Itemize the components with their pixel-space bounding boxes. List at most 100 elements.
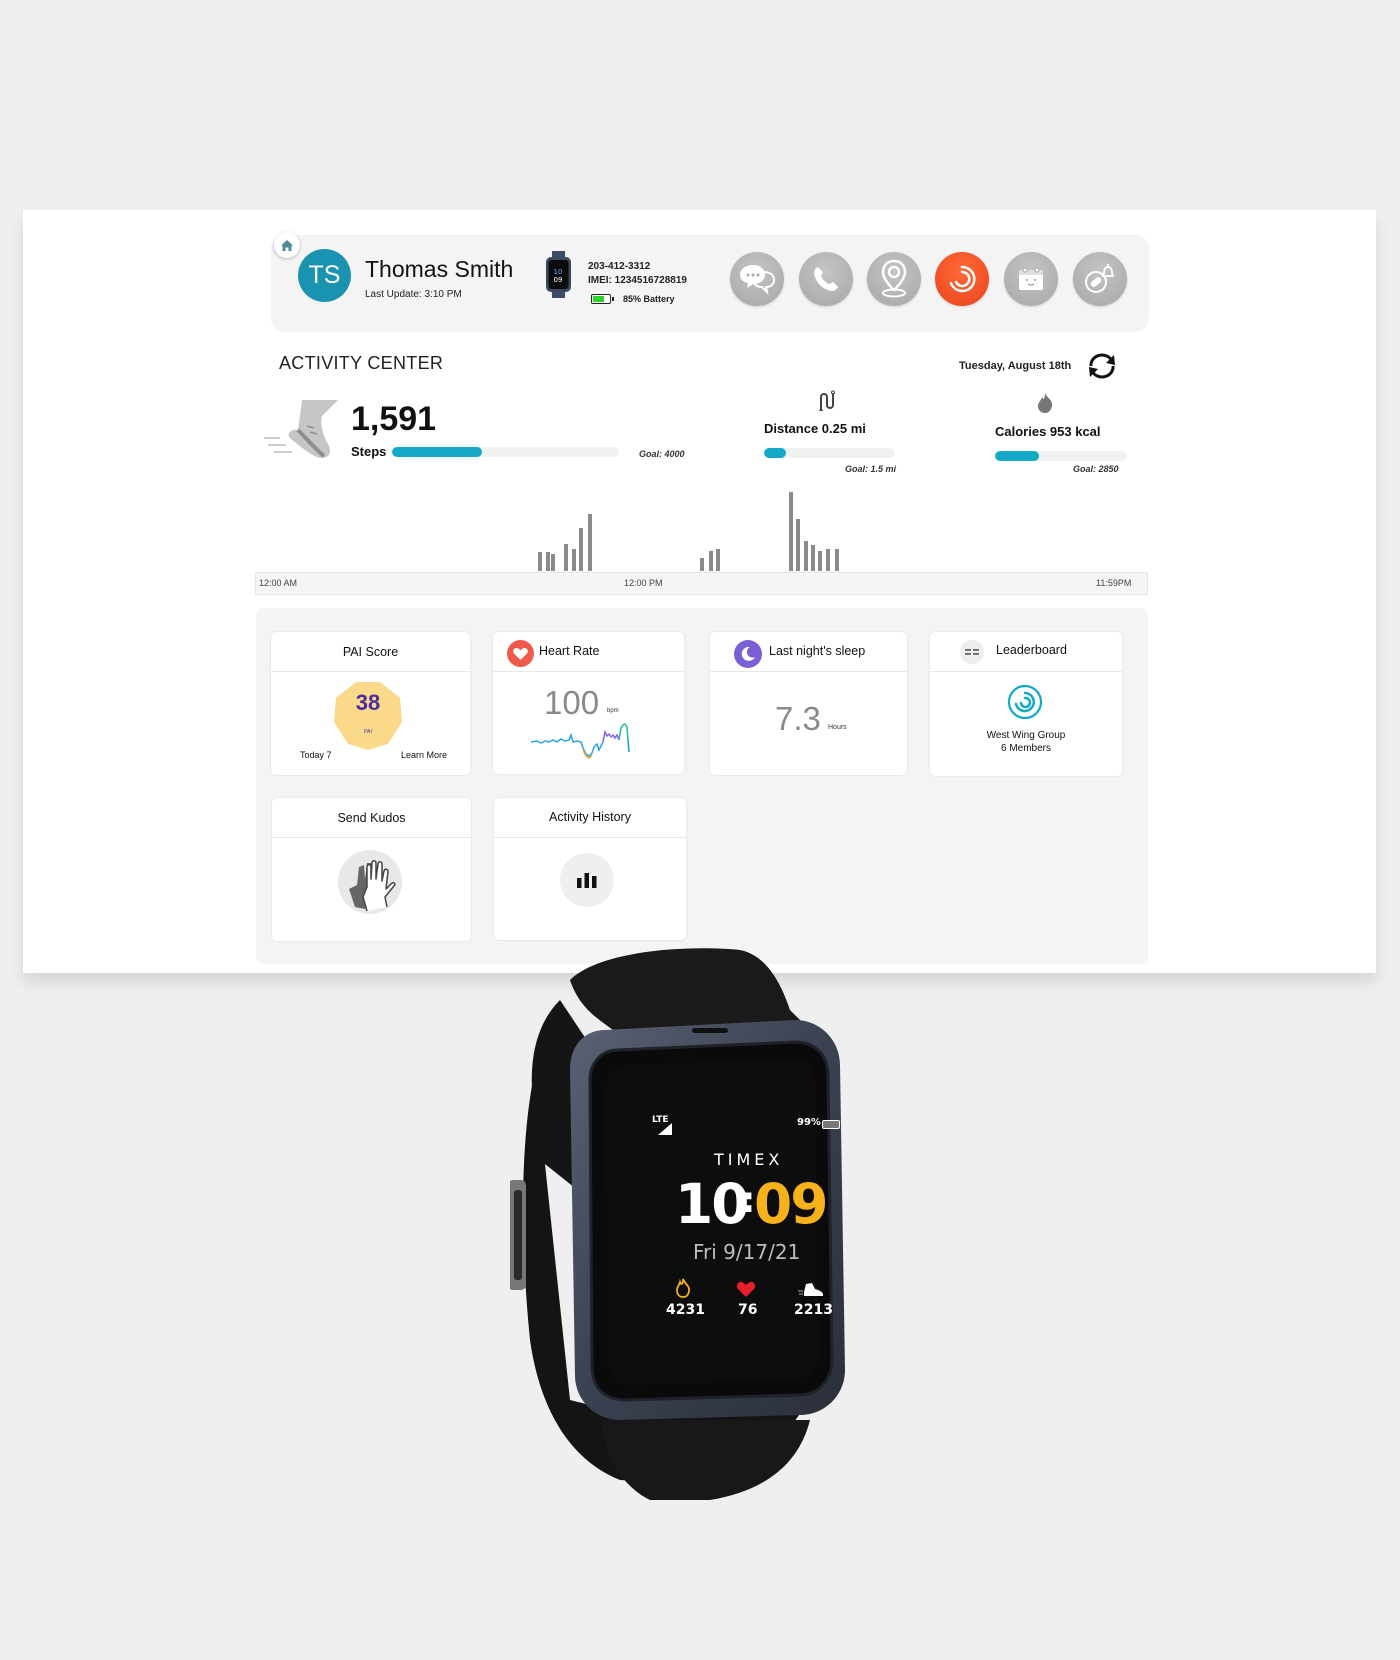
avatar[interactable]: TS — [298, 249, 351, 302]
call-button[interactable] — [799, 252, 853, 306]
card-title: PAI Score — [342, 645, 399, 659]
pai-score-value: 38 — [355, 690, 381, 715]
flame-icon — [1038, 393, 1053, 413]
watch-date: Fri 9/17/21 — [693, 1240, 801, 1264]
signal-icon — [658, 1123, 672, 1135]
card-title: Send Kudos — [337, 811, 406, 825]
card-header: Heart Rate — [493, 632, 684, 672]
location-button[interactable] — [867, 252, 921, 306]
home-button[interactable] — [274, 232, 300, 258]
calories-label: Calories 953 kcal — [995, 424, 1101, 439]
send-kudos-card[interactable]: Send Kudos — [272, 798, 471, 941]
pai-score-card[interactable]: PAI Score 38 PAI Today 7 Learn More — [271, 632, 470, 775]
running-shoe-icon — [264, 400, 338, 458]
device-phone: 203-412-3312 — [588, 261, 651, 272]
battery-icon — [591, 294, 614, 304]
tick-label-noon: 12:00 PM — [624, 578, 663, 588]
card-title: Heart Rate — [539, 644, 600, 658]
card-title: Activity History — [549, 810, 631, 824]
watch-steps: 2213 — [794, 1302, 833, 1318]
messages-button[interactable] — [730, 252, 784, 306]
bar-chart-icon — [560, 853, 614, 907]
activity-button[interactable] — [935, 252, 989, 306]
heart-rate-card[interactable]: Heart Rate 100 bpm — [493, 632, 684, 774]
watch-device-icon: 10 09 — [546, 251, 571, 298]
svg-text:09: 09 — [554, 276, 563, 284]
sleep-unit: Hours — [828, 724, 847, 731]
watch-time-minutes: 09 — [754, 1172, 829, 1236]
steps-value: 1,591 — [351, 400, 437, 438]
step-bar — [708, 551, 713, 571]
device-imei: IMEI: 1234516728819 — [588, 275, 687, 286]
step-bar — [825, 549, 830, 571]
refresh-icon[interactable] — [1085, 352, 1119, 380]
card-header: Last night's sleep — [710, 632, 907, 672]
card-header: Activity History — [494, 798, 686, 838]
step-bar — [818, 551, 823, 571]
group-ring-icon — [1007, 684, 1043, 720]
step-bar — [803, 541, 808, 571]
watch-shoe-icon — [798, 1283, 823, 1296]
step-bar — [788, 492, 793, 571]
steps-progress-fill — [392, 447, 483, 457]
pai-today: Today 7 — [300, 750, 332, 760]
step-bar — [564, 544, 569, 571]
card-title: Leaderboard — [996, 643, 1067, 657]
timeline-axis — [255, 572, 1148, 595]
svg-text:10: 10 — [554, 268, 563, 276]
step-bar — [699, 558, 704, 571]
watch-brand: TIMEX — [714, 1150, 784, 1169]
distance-goal: Goal: 1.5 mi — [845, 464, 897, 474]
calendar-icon — [1019, 267, 1043, 290]
schedule-button[interactable] — [1004, 252, 1058, 306]
sleep-value: 7.3 — [775, 700, 821, 737]
distance-progress-fill — [764, 448, 786, 458]
leaderboard-card[interactable]: Leaderboard West Wing Group 6 Members — [930, 632, 1122, 776]
step-bar — [811, 545, 816, 571]
step-bar — [545, 552, 550, 571]
date-label: Tuesday, August 18th — [959, 360, 1072, 372]
step-bar — [578, 528, 583, 571]
heart-rate-unit: bpm — [607, 708, 619, 714]
phone-icon — [814, 267, 838, 291]
section-title: ACTIVITY CENTER — [279, 353, 444, 373]
step-bar — [588, 514, 593, 571]
step-bar — [716, 549, 721, 571]
moon-icon — [734, 640, 762, 668]
step-bar — [835, 549, 840, 571]
step-bar — [538, 552, 543, 571]
medication-reminder-button[interactable] — [1073, 252, 1127, 306]
tick-label-start: 12:00 AM — [259, 578, 298, 588]
calories-progress-fill — [995, 451, 1039, 461]
user-name: Thomas Smith — [365, 256, 514, 282]
chat-bubbles-icon — [740, 265, 775, 295]
pill-bell-icon — [1085, 263, 1115, 293]
steps-progress — [392, 447, 619, 457]
watch-time-hours: 10 — [675, 1172, 750, 1236]
steps-label: Steps — [351, 444, 387, 459]
step-bar — [571, 549, 576, 571]
activity-history-card[interactable]: Activity History — [494, 798, 686, 940]
watch-calories: 4231 — [666, 1302, 705, 1318]
distance-progress — [764, 448, 895, 458]
list-icon — [960, 640, 984, 664]
distance-label: Distance 0.25 mi — [764, 421, 866, 436]
home-icon — [281, 239, 293, 251]
card-title: Last night's sleep — [769, 644, 866, 658]
group-members: 6 Members — [1000, 743, 1051, 754]
sleep-card[interactable]: Last night's sleep 7.3 Hours — [710, 632, 907, 775]
heart-rate-sparkline — [531, 723, 630, 759]
battery-label: 85% Battery — [623, 294, 675, 304]
activity-ring-icon — [949, 265, 976, 293]
group-name: West Wing Group — [986, 730, 1066, 741]
watch-flame-icon — [676, 1278, 691, 1298]
heart-rate-value: 100 — [544, 684, 600, 721]
pai-unit: PAI — [364, 729, 372, 735]
card-header: PAI Score — [271, 632, 470, 672]
learn-more-link[interactable]: Learn More — [401, 750, 447, 760]
route-icon — [819, 390, 835, 411]
card-header: Send Kudos — [272, 798, 471, 838]
watch-heart-rate: 76 — [738, 1302, 758, 1318]
high-five-icon — [338, 850, 402, 914]
tick-label-end: 11:59PM — [1096, 578, 1132, 588]
